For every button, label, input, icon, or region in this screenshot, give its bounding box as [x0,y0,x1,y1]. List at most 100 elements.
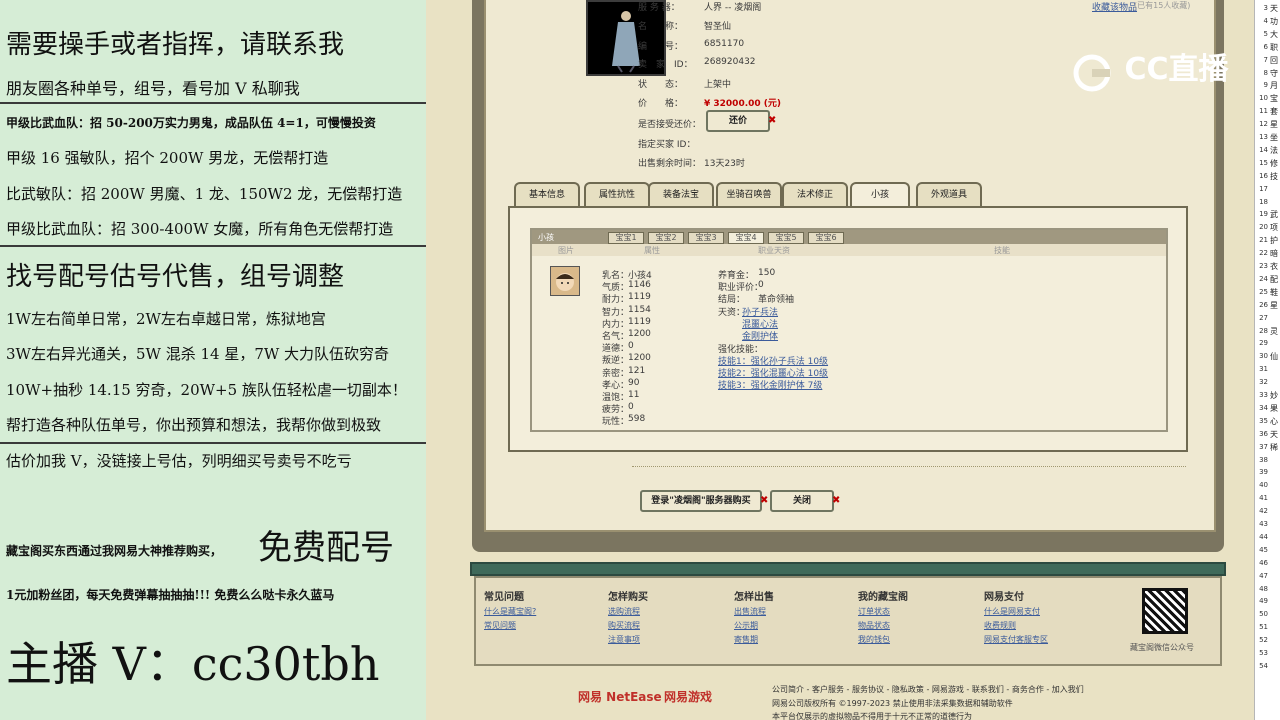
overlay-line-1: 需要操手或者指挥，请联系我 [6,30,345,60]
sheet-row-number: 33 [1259,391,1268,399]
footer-link[interactable]: 什么是藏宝阁? [484,606,536,617]
footer-link[interactable]: 寄售期 [734,634,758,645]
close-button[interactable]: 关闭 [770,490,834,512]
status-label: 状 态： [638,80,684,90]
sheet-cell: 妙 [1270,391,1278,400]
footer-col-title: 我的藏宝阁 [858,592,908,603]
kid-skill-link[interactable]: 技能3：强化金刚护体 7级 [718,378,822,391]
streamer-overlay-panel: 需要操手或者指挥，请联系我 朋友圈各种单号，组号，看号加 V 私聊我 甲级比武血… [0,0,426,720]
kid-stat-label: 智力： [602,307,630,318]
sheet-row-number: 24 [1259,274,1268,283]
kid-avatar [550,266,580,296]
footer-link[interactable]: 出售流程 [734,606,766,617]
sheet-row-number: 45 [1259,545,1268,554]
tab-appearance[interactable]: 外观道具 [916,182,982,206]
sheet-row-number: 29 [1259,339,1268,348]
footer-bar [470,562,1226,576]
footer-links[interactable]: 公司简介 - 客户服务 - 服务协议 - 隐私政策 - 网易游戏 - 联系我们 … [772,684,1084,695]
footer-link[interactable]: 我的钱包 [858,634,890,645]
kid-stat-label: 温饱： [602,393,630,403]
login-buy-button[interactable]: 登录"凌烟阁"服务器购买 [640,490,762,512]
divider [632,466,1186,467]
footer-link[interactable]: 购买流程 [608,620,640,631]
kid-stat-value: 1119 [628,316,651,327]
kid-subtab-2[interactable]: 宝宝2 [648,232,684,244]
footer-link[interactable]: 公示期 [734,620,758,631]
kid-stat-label: 内力： [602,319,630,330]
footer-link[interactable]: 订单状态 [858,606,890,617]
kid-stat-value: 1200 [628,353,651,364]
kid-stat-label: 叛逆： [602,356,630,367]
footer-link[interactable]: 常见问题 [484,620,516,631]
sheet-row-number: 50 [1259,610,1268,619]
overlay-line-2: 朋友圈各种单号，组号，看号加 V 私聊我 [6,79,300,98]
sheet-row-number: 26 [1259,300,1268,309]
col-skills: 技能 [994,246,1010,255]
sheet-cell: 仙 [1270,352,1278,362]
remain-label: 出售剩余时间： [638,159,702,169]
footer-link[interactable]: 收费规则 [984,620,1016,631]
tab-kid[interactable]: 小孩 [850,182,910,206]
sheet-row-number: 30 [1259,352,1268,361]
sheet-row-number: 48 [1259,584,1268,593]
watermark-text: CC直播 [1124,52,1229,87]
sheet-cell: 灵 [1270,326,1278,336]
kid-stat-value: 1200 [628,329,651,339]
bargain-button[interactable]: 还价 [706,110,770,132]
qr-code-icon [1142,588,1188,634]
sheet-cell: 暗 [1270,249,1278,259]
tab-attributes[interactable]: 属性抗性 [584,182,650,206]
sheet-row-number: 5 [1263,29,1268,38]
overlay-line-3: 甲级比武血队：招 50-200万实力男鬼，成品队伍 4=1，可慢慢投资 [6,116,376,130]
kid-stat-label: 乳名： [602,271,630,281]
tab-basic-info[interactable]: 基本信息 [514,182,580,206]
id-value: 6851170 [704,39,745,49]
sheet-row-number: 49 [1259,597,1268,606]
sheet-row-number: 9 [1263,81,1268,90]
netease-games-logo: 网易游戏 [664,690,713,704]
tab-mounts-pets[interactable]: 坐骑召唤兽 [716,182,782,206]
footer-link[interactable]: 网易支付客服专区 [984,634,1048,645]
sheet-cell: 护 [1270,236,1278,246]
sheet-row-number: 8 [1263,68,1268,77]
kid-subtab-1[interactable]: 宝宝1 [608,232,644,244]
sheet-cell: 技 [1270,171,1278,181]
sheet-row-number: 38 [1259,455,1268,464]
tab-spells[interactable]: 法术修正 [782,182,848,206]
footer-link[interactable]: 什么是网易支付 [984,606,1040,617]
sheet-row-number: 11 [1259,107,1268,116]
sheet-row-number: 7 [1263,55,1268,64]
web-page: 服 务 器： 人界 -- 凌烟阁 名 称： 智圣仙 编 号： 6851170 卖… [426,0,1254,720]
sheet-cell: 宝 [1270,94,1278,104]
kid-subtab-5[interactable]: 宝宝5 [768,232,804,244]
kid-panel-header: 小孩 宝宝1 宝宝2 宝宝3 宝宝4 宝宝5 宝宝6 [532,230,1166,244]
sheet-cell: 鞋 [1270,287,1278,297]
tab-equipment[interactable]: 装备法宝 [648,182,714,206]
close-icon: ✖ [768,115,777,126]
sheet-cell: 天 [1270,4,1278,13]
sheet-cell: 守 [1270,68,1278,78]
seller-value: 268920432 [704,57,756,67]
collect-link[interactable]: 收藏该物品 [1092,0,1137,13]
close-icon: ✖ [760,495,769,506]
sheet-row-number: 44 [1259,532,1268,541]
kid-talent-link[interactable]: 金刚护体 [742,329,778,342]
footer-link[interactable]: 注意事项 [608,634,640,645]
sheet-cell: 修 [1270,158,1278,168]
sheet-row-number: 27 [1259,313,1268,322]
kid-stat-label: 道德： [602,344,630,355]
kid-stat-value: 1119 [628,292,651,303]
sheet-cell: 法 [1270,145,1278,155]
kid-subtab-4[interactable]: 宝宝4 [728,232,764,244]
kid-subtab-3[interactable]: 宝宝3 [688,232,724,244]
footer-link[interactable]: 选购流程 [608,606,640,617]
sheet-row-number: 18 [1259,197,1268,206]
server-label: 服 务 器： [638,3,680,13]
kid-subtab-6[interactable]: 宝宝6 [808,232,844,244]
footer-link[interactable]: 物品状态 [858,620,890,631]
collect-count: (已有15人收藏) [1134,1,1191,10]
sheet-cell: 职 [1270,42,1278,52]
kid-panel: 小孩 宝宝1 宝宝2 宝宝3 宝宝4 宝宝5 宝宝6 图片 属性 职业天资 技能 [530,228,1168,432]
sheet-row-number: 43 [1259,520,1268,528]
price-value: ¥ 32000.00 (元) [704,99,782,109]
